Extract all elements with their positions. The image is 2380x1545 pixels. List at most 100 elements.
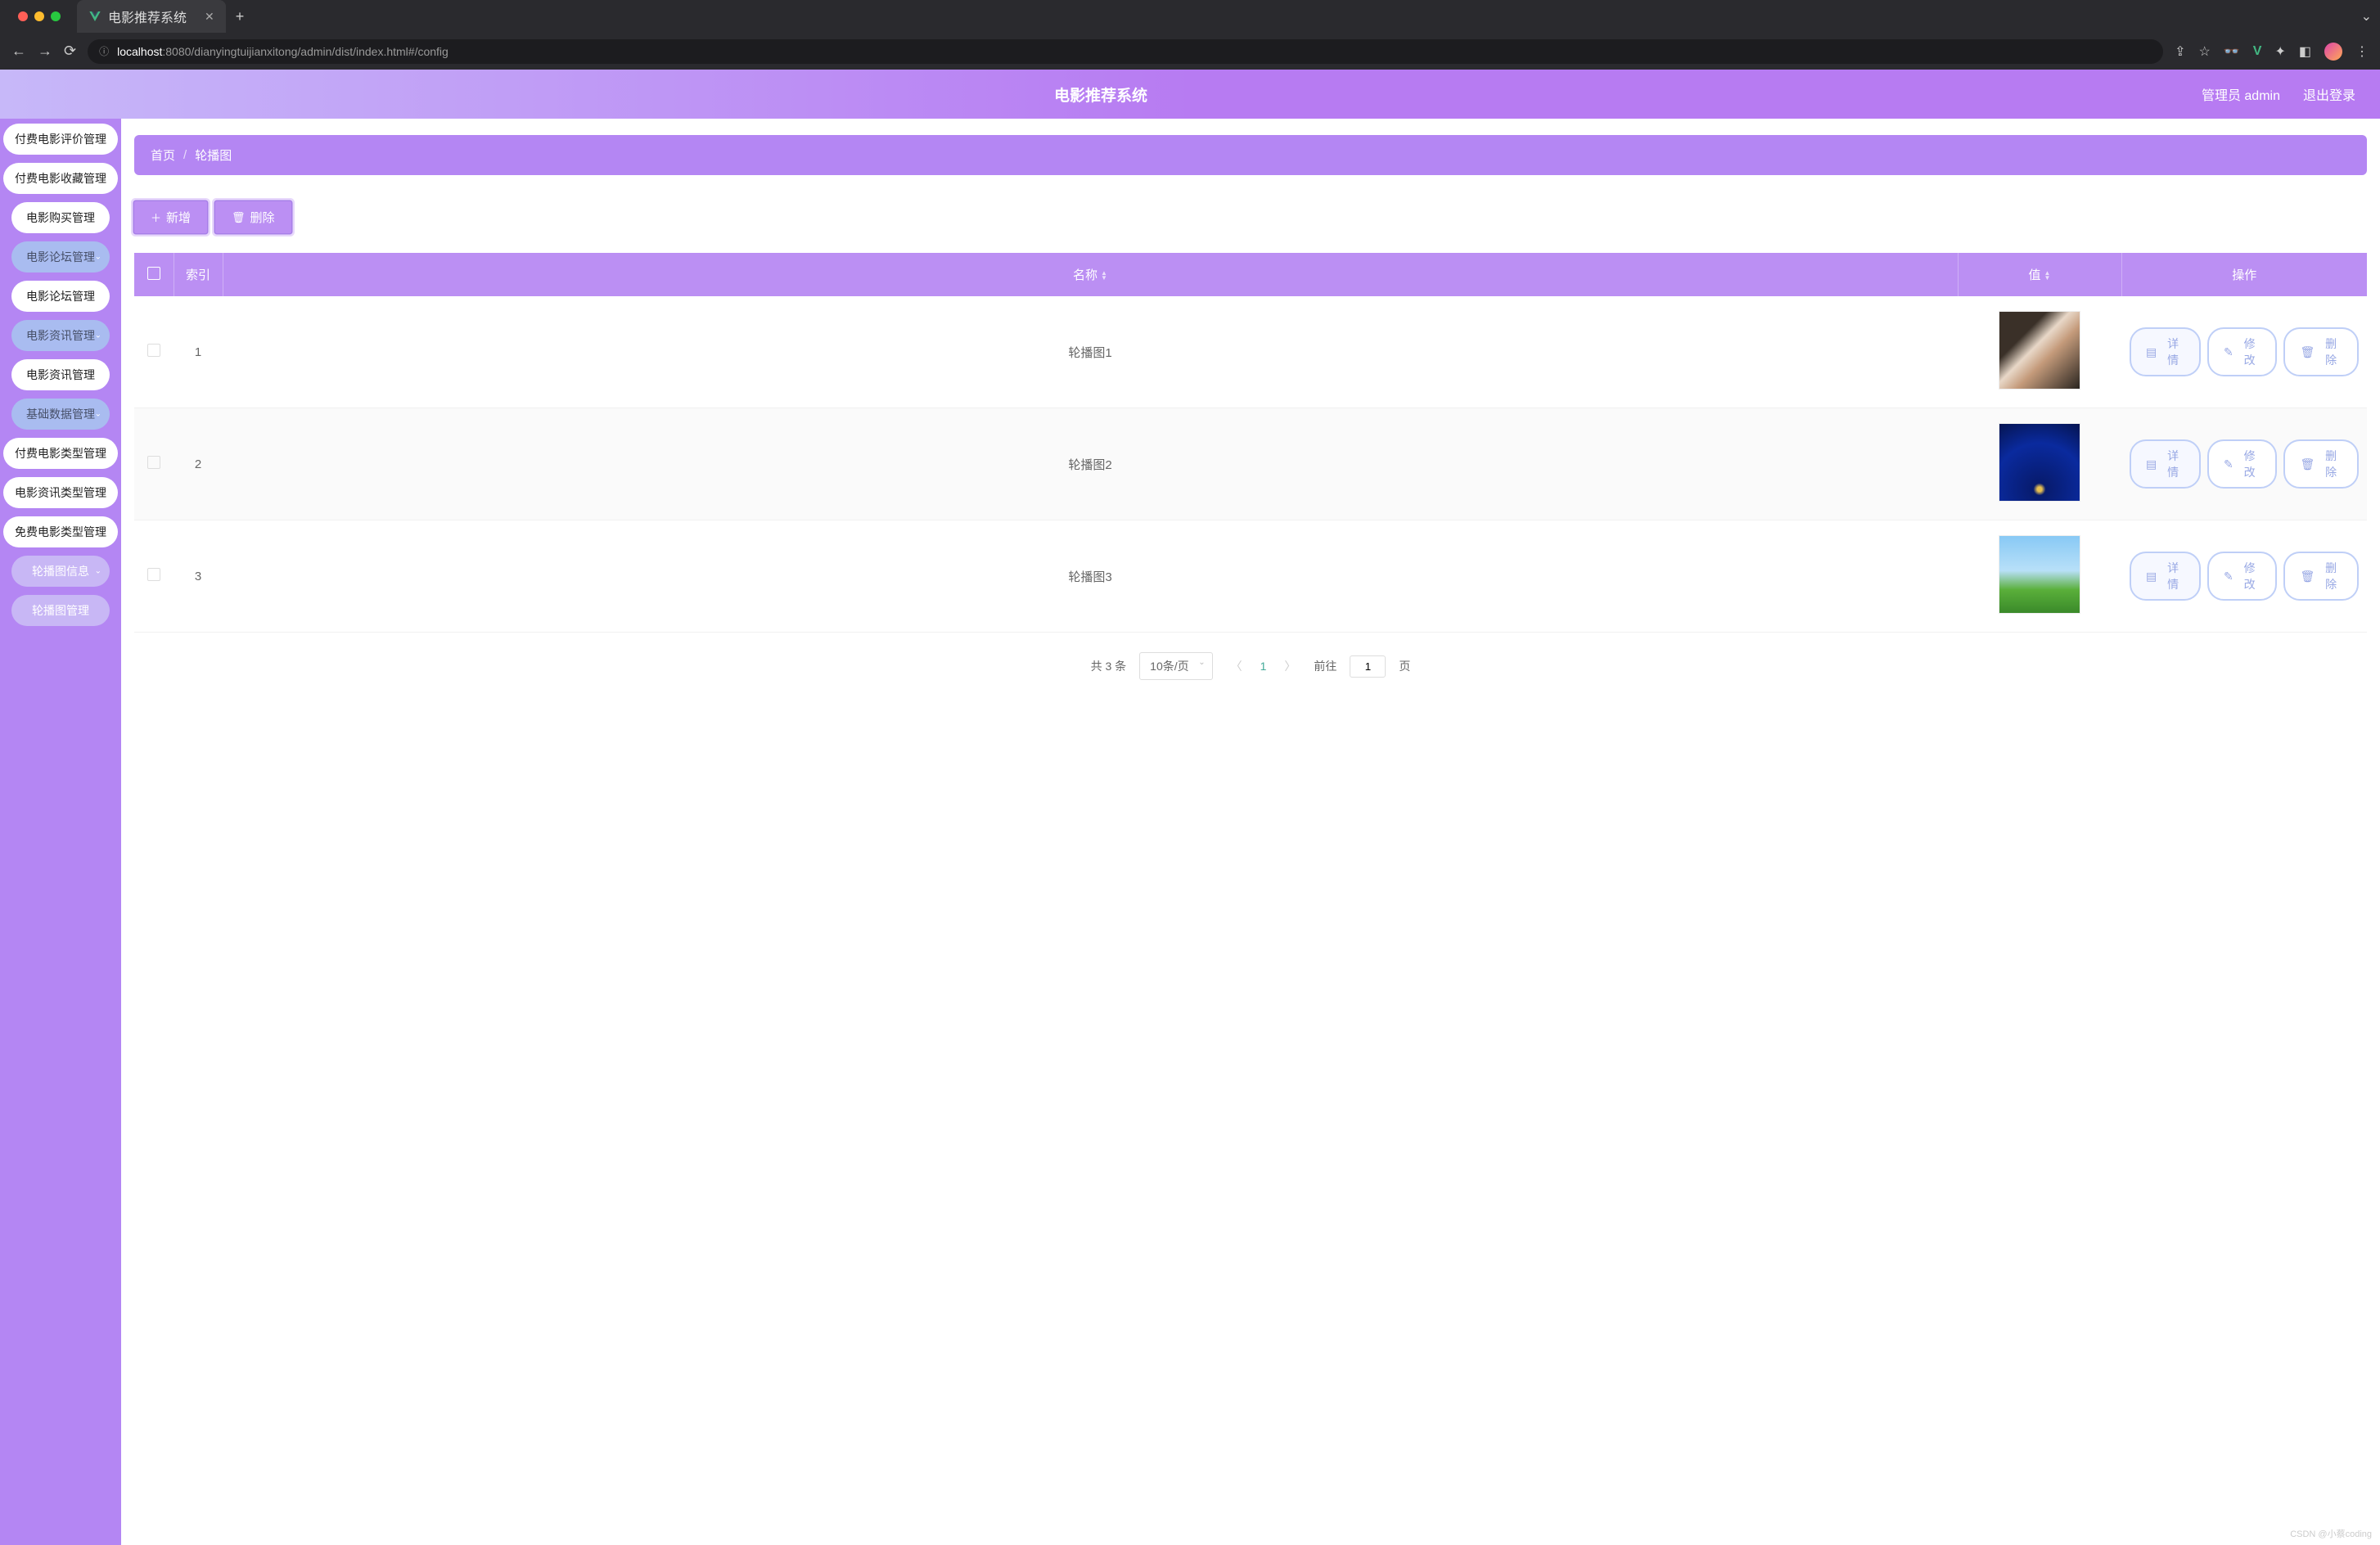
goto-suffix: 页	[1399, 658, 1410, 674]
sort-icon: ▲▼	[2044, 271, 2051, 281]
col-value[interactable]: 值▲▼	[1958, 253, 2121, 296]
share-icon[interactable]: ⇪	[2175, 43, 2185, 60]
row-delete-button[interactable]: 🗑删除	[2283, 439, 2359, 489]
url-bar[interactable]: ⓘ localhost:8080/dianyingtuijianxitong/a…	[88, 39, 2163, 64]
next-page-button[interactable]: 〉	[1279, 658, 1300, 674]
edit-icon: ✎	[2224, 570, 2234, 583]
pagination: 共 3 条 10条/页⌄ 〈 1 〉 前往 页	[134, 652, 2367, 680]
trash-icon: 🗑	[232, 211, 246, 224]
carousel-thumbnail[interactable]	[1999, 535, 2080, 614]
select-all-checkbox[interactable]	[147, 267, 160, 280]
table-row: 2 轮播图2 ▤详情 ✎修改 🗑删除	[134, 408, 2367, 520]
row-checkbox[interactable]	[147, 568, 160, 581]
sidebar-item-forum[interactable]: 电影论坛管理	[11, 281, 110, 312]
extensions-icon[interactable]: ✦	[2274, 43, 2285, 60]
current-user[interactable]: 管理员 admin	[2202, 84, 2280, 104]
action-bar: ＋新增 🗑删除	[134, 201, 2367, 233]
detail-button[interactable]: ▤详情	[2130, 327, 2201, 376]
table-row: 3 轮播图3 ▤详情 ✎修改 🗑删除	[134, 520, 2367, 633]
row-delete-button[interactable]: 🗑删除	[2283, 327, 2359, 376]
chevron-down-icon: ⌄	[95, 331, 101, 340]
sidebar-item-paid-type[interactable]: 付费电影类型管理	[3, 438, 118, 469]
trash-icon: 🗑	[2300, 457, 2315, 471]
chevron-down-icon: ⌄	[1198, 658, 1205, 667]
cell-name: 轮播图2	[223, 408, 1958, 520]
sidebar: 付费电影评价管理 付费电影收藏管理 电影购买管理 电影论坛管理⌄ 电影论坛管理 …	[0, 119, 121, 1545]
add-button[interactable]: ＋新增	[134, 201, 207, 233]
back-button[interactable]: ←	[11, 43, 26, 60]
breadcrumb-home[interactable]: 首页	[151, 146, 175, 164]
sidebar-group-carousel[interactable]: 轮播图信息⌄	[11, 556, 110, 587]
breadcrumb: 首页 / 轮播图	[134, 135, 2367, 175]
window-maximize-button[interactable]	[51, 11, 61, 21]
sidebar-item-paid-favorite[interactable]: 付费电影收藏管理	[3, 163, 118, 194]
vue-devtools-icon[interactable]: V	[2253, 44, 2262, 59]
nav-right: ⇪ ☆ 👓 V ✦ ◧ ⋮	[2175, 43, 2369, 61]
document-icon: ▤	[2146, 570, 2157, 583]
prev-page-button[interactable]: 〈	[1226, 658, 1247, 674]
detail-button[interactable]: ▤详情	[2130, 552, 2201, 601]
table-row: 1 轮播图1 ▤详情 ✎修改 🗑删除	[134, 296, 2367, 408]
logout-button[interactable]: 退出登录	[2303, 84, 2355, 104]
new-tab-button[interactable]: +	[236, 8, 245, 25]
document-icon: ▤	[2146, 345, 2157, 359]
sidebar-item-free-type[interactable]: 免费电影类型管理	[3, 516, 118, 547]
breadcrumb-current: 轮播图	[195, 146, 232, 164]
cell-name: 轮播图1	[223, 296, 1958, 408]
delete-button[interactable]: 🗑删除	[215, 201, 291, 233]
data-table: 索引 名称▲▼ 值▲▼ 操作 1 轮播图1 ▤详情 ✎修改 🗑删除	[134, 253, 2367, 633]
edit-button[interactable]: ✎修改	[2207, 327, 2278, 376]
nav-bar: ← → ⟳ ⓘ localhost:8080/dianyingtuijianxi…	[0, 33, 2380, 70]
header-right: 管理员 admin 退出登录	[2202, 84, 2380, 104]
window-minimize-button[interactable]	[34, 11, 44, 21]
col-checkbox	[134, 253, 174, 296]
col-ops: 操作	[2121, 253, 2367, 296]
sidebar-item-news[interactable]: 电影资讯管理	[11, 359, 110, 390]
read-mode-icon[interactable]: 👓	[2224, 43, 2240, 60]
cell-index: 3	[174, 520, 223, 633]
row-checkbox[interactable]	[147, 456, 160, 469]
edit-button[interactable]: ✎修改	[2207, 552, 2278, 601]
chevron-down-icon: ⌄	[95, 410, 101, 419]
sidebar-item-news-type[interactable]: 电影资讯类型管理	[3, 477, 118, 508]
row-delete-button[interactable]: 🗑删除	[2283, 552, 2359, 601]
sidebar-item-paid-review[interactable]: 付费电影评价管理	[3, 124, 118, 155]
detail-button[interactable]: ▤详情	[2130, 439, 2201, 489]
browser-chrome: 电影推荐系统 ✕ + ⌄ ← → ⟳ ⓘ localhost:8080/dian…	[0, 0, 2380, 70]
app-title: 电影推荐系统	[0, 83, 2202, 106]
current-page[interactable]: 1	[1260, 660, 1267, 673]
reload-button[interactable]: ⟳	[64, 43, 76, 60]
window-close-button[interactable]	[18, 11, 28, 21]
sidebar-group-news[interactable]: 电影资讯管理⌄	[11, 320, 110, 351]
profile-avatar[interactable]	[2324, 43, 2342, 61]
site-info-icon[interactable]: ⓘ	[99, 44, 109, 58]
tabs-dropdown-icon[interactable]: ⌄	[2361, 8, 2372, 25]
tab-bar: 电影推荐系统 ✕ + ⌄	[0, 0, 2380, 33]
plus-icon: ＋	[151, 209, 161, 225]
sidebar-item-purchase[interactable]: 电影购买管理	[11, 202, 110, 233]
sidebar-item-carousel-manage[interactable]: 轮播图管理	[11, 595, 110, 626]
col-name[interactable]: 名称▲▼	[223, 253, 1958, 296]
edit-button[interactable]: ✎修改	[2207, 439, 2278, 489]
cell-index: 1	[174, 296, 223, 408]
url-path: /dianyingtuijianxitong/admin/dist/index.…	[191, 45, 448, 58]
menu-icon[interactable]: ⋮	[2355, 43, 2369, 60]
edit-icon: ✎	[2224, 457, 2234, 471]
sidebar-group-basedata[interactable]: 基础数据管理⌄	[11, 399, 110, 430]
sidebar-group-forum[interactable]: 电影论坛管理⌄	[11, 241, 110, 273]
row-checkbox[interactable]	[147, 344, 160, 357]
side-panel-icon[interactable]: ◧	[2299, 43, 2311, 60]
carousel-thumbnail[interactable]	[1999, 423, 2080, 502]
page-size-select[interactable]: 10条/页⌄	[1139, 652, 1212, 680]
document-icon: ▤	[2146, 457, 2157, 471]
bookmark-icon[interactable]: ☆	[2199, 43, 2211, 60]
forward-button[interactable]: →	[38, 43, 52, 60]
vue-icon	[88, 10, 101, 23]
cell-index: 2	[174, 408, 223, 520]
browser-tab[interactable]: 电影推荐系统 ✕	[77, 0, 226, 33]
trash-icon: 🗑	[2300, 345, 2315, 359]
tab-close-icon[interactable]: ✕	[205, 10, 214, 24]
total-count: 共 3 条	[1091, 658, 1127, 674]
carousel-thumbnail[interactable]	[1999, 311, 2080, 390]
goto-page-input[interactable]	[1350, 655, 1386, 678]
